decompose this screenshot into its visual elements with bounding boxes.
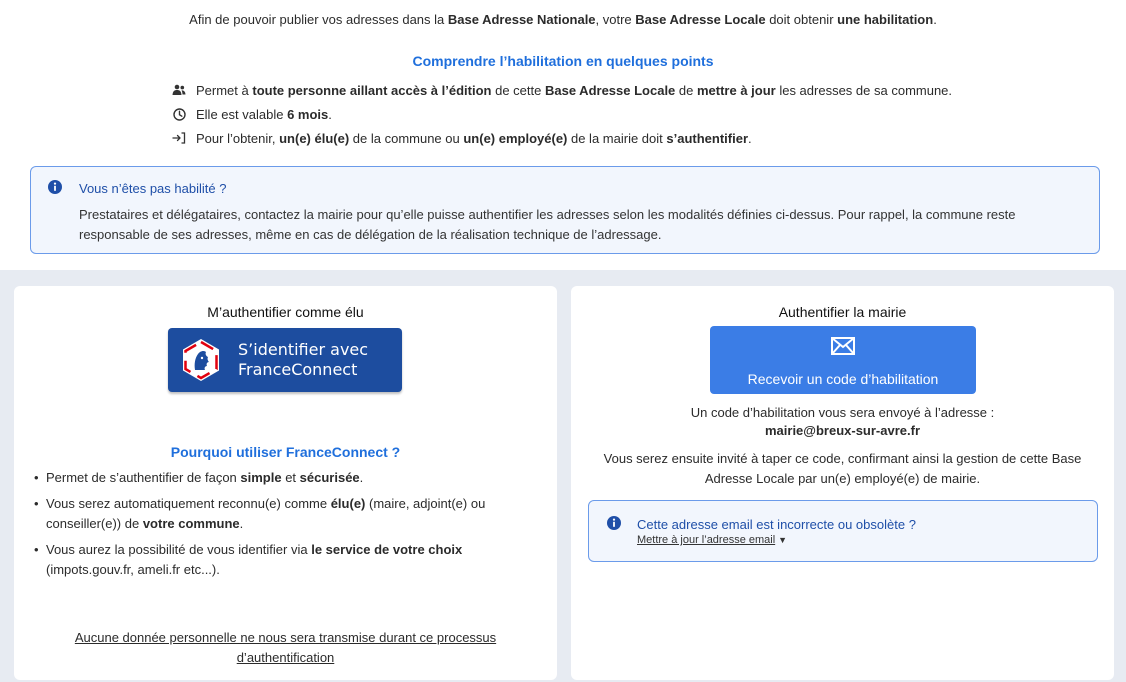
point-text: Permet à toute personne aillant accès à …	[196, 83, 952, 98]
point-part: de la mairie doit	[567, 130, 667, 146]
sign-in-icon	[170, 132, 188, 144]
item-bold: le service de votre choix	[311, 542, 463, 557]
point-bold: s’authentifier	[666, 130, 748, 146]
point-obtain: Pour l’obtenir, un(e) élu(e) de la commu…	[170, 126, 952, 150]
info-text: Prestataires et délégataires, contactez …	[79, 207, 1016, 242]
item-bold: votre commune	[142, 516, 240, 531]
intro-part: .	[933, 12, 937, 27]
point-bold: mettre à jour	[696, 82, 776, 98]
item-part: Vous serez automatiquement reconnu(e) co…	[46, 496, 331, 511]
email-incorrect-box: Cette adresse email est incorrecte ou ob…	[588, 500, 1098, 562]
point-part: les adresses de sa commune.	[775, 82, 953, 98]
point-text: Elle est valable 6 mois.	[196, 107, 332, 122]
code-sent-to-text: Un code d’habilitation vous sera envoyé …	[690, 405, 995, 420]
intro-bold: Base Adresse Locale	[635, 12, 766, 27]
franceconnect-line1: S’identifier avec	[238, 340, 369, 359]
item-part: .	[359, 470, 364, 485]
point-bold: 6 mois	[287, 106, 329, 122]
elu-card-title: M’authentifier comme élu	[207, 304, 364, 320]
info-circle-icon	[47, 179, 63, 198]
not-authorized-info-box: Vous n’êtes pas habilité ? Prestataires …	[30, 166, 1100, 254]
intro-bold: une habilitation	[837, 12, 934, 27]
list-item: Permet de s’authentifier de façon simple…	[34, 468, 534, 488]
franceconnect-line2: FranceConnect	[238, 360, 358, 379]
point-part: Pour l’obtenir,	[196, 130, 280, 146]
point-part: de cette	[491, 82, 545, 98]
point-part: de la commune ou	[349, 130, 464, 146]
item-part: et	[281, 470, 300, 485]
point-part: de	[675, 82, 697, 98]
envelope-icon	[831, 337, 855, 358]
point-bold: un(e) élu(e)	[279, 130, 350, 146]
caret-down-icon: ▼	[778, 535, 788, 545]
why-franceconnect-title: Pourquoi utiliser FranceConnect ?	[170, 444, 401, 460]
receive-code-label: Recevoir un code d’habilitation	[747, 371, 939, 387]
no-personal-data-link[interactable]: Aucune donnée personnelle ne nous sera t…	[44, 628, 527, 668]
list-item: Vous aurez la possibilité de vous identi…	[34, 540, 534, 580]
users-icon	[170, 84, 188, 96]
point-part: .	[328, 106, 332, 122]
email-box-title: Cette adresse email est incorrecte ou ob…	[637, 517, 916, 532]
update-email-link[interactable]: Mettre à jour l’adresse email ▼	[637, 534, 787, 546]
point-part: Permet à	[196, 82, 253, 98]
intro-part: doit obtenir	[765, 12, 838, 27]
point-bold: Base Adresse Locale	[544, 82, 676, 98]
item-part: (impots.gouv.fr, ameli.fr etc...).	[46, 562, 220, 577]
point-users: Permet à toute personne aillant accès à …	[170, 78, 952, 102]
learn-title: Comprendre l’habilitation en quelques po…	[412, 53, 714, 69]
clock-icon	[170, 107, 188, 121]
intro-text: Afin de pouvoir publier vos adresses dan…	[0, 12, 1126, 27]
mairie-card-title: Authentifier la mairie	[778, 304, 907, 320]
item-bold: sécurisée	[299, 470, 360, 485]
item-bold: simple	[240, 470, 282, 485]
intro-bold: Base Adresse Nationale	[447, 12, 596, 27]
update-email-label: Mettre à jour l’adresse email	[637, 534, 776, 546]
info-circle-icon	[606, 515, 622, 534]
point-bold: un(e) employé(e)	[463, 130, 568, 146]
franceconnect-label: S’identifier avec FranceConnect	[238, 340, 368, 380]
intro-part: Afin de pouvoir publier vos adresses dan…	[189, 12, 448, 27]
habilitation-points: Permet à toute personne aillant accès à …	[170, 78, 952, 150]
item-part: Vous aurez la possibilité de vous identi…	[46, 542, 312, 557]
point-part: .	[748, 130, 752, 146]
item-part: .	[239, 516, 244, 531]
elu-auth-card: M’authentifier comme élu S’identifier av…	[14, 286, 557, 680]
point-bold: toute personne aillant accès à l’édition	[252, 82, 492, 98]
intro-part: , votre	[595, 12, 636, 27]
point-validity: Elle est valable 6 mois.	[170, 102, 952, 126]
invite-text: Vous serez ensuite invité à taper ce cod…	[603, 451, 1082, 486]
why-franceconnect-list: Permet de s’authentifier de façon simple…	[34, 468, 534, 586]
info-title: Vous n’êtes pas habilité ?	[79, 181, 227, 196]
point-part: Elle est valable	[196, 106, 288, 122]
item-part: Permet de s’authentifier de façon	[46, 470, 241, 485]
franceconnect-button[interactable]: S’identifier avec FranceConnect	[168, 328, 402, 392]
mairie-auth-card: Authentifier la mairie Recevoir un code …	[571, 286, 1114, 680]
franceconnect-logo-icon	[178, 337, 224, 383]
mairie-email: mairie@breux-sur-avre.fr	[764, 423, 921, 438]
point-text: Pour l’obtenir, un(e) élu(e) de la commu…	[196, 131, 752, 146]
item-bold: élu(e)	[330, 496, 366, 511]
list-item: Vous serez automatiquement reconnu(e) co…	[34, 494, 534, 534]
receive-code-button[interactable]: Recevoir un code d’habilitation	[710, 326, 976, 394]
